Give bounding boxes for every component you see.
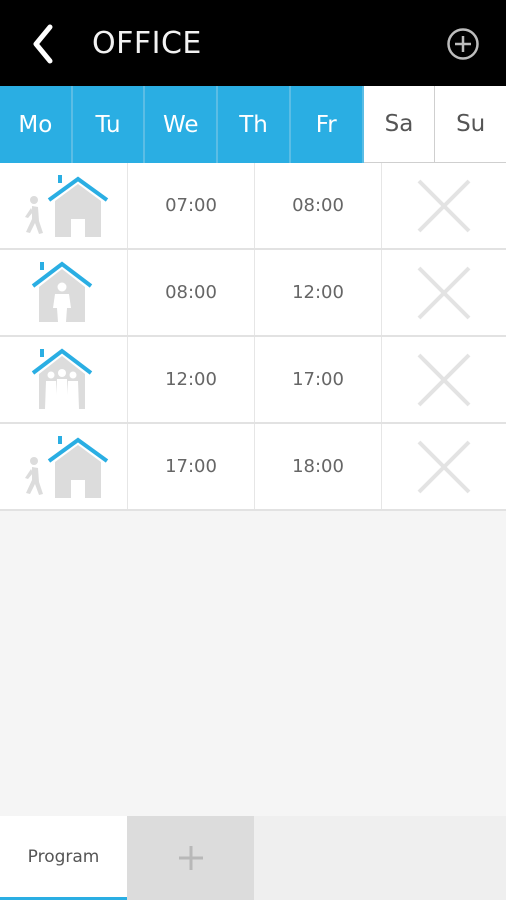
end-time[interactable]: 18:00 bbox=[255, 424, 382, 509]
close-icon bbox=[417, 179, 471, 232]
person-at-home-icon bbox=[31, 260, 92, 322]
mode-selector[interactable] bbox=[0, 163, 128, 248]
start-time[interactable]: 07:00 bbox=[128, 163, 255, 248]
delete-button[interactable] bbox=[382, 337, 506, 422]
end-time[interactable]: 17:00 bbox=[255, 337, 382, 422]
day-toggle-mo[interactable]: Mo bbox=[0, 86, 73, 163]
delete-button[interactable] bbox=[382, 250, 506, 335]
mode-selector[interactable] bbox=[0, 337, 128, 422]
weekday-selector: Mo Tu We Th Fr Sa Su bbox=[0, 86, 506, 163]
add-program-button[interactable] bbox=[446, 27, 480, 61]
program-row: 12:00 17:00 bbox=[0, 337, 506, 424]
close-icon bbox=[417, 440, 471, 493]
day-toggle-th[interactable]: Th bbox=[218, 86, 291, 163]
day-toggle-sa[interactable]: Sa bbox=[363, 86, 436, 163]
bottom-tab-bar: Program bbox=[0, 816, 506, 900]
program-list: 07:00 08:00 08:00 12:00 12:00 17:00 17:0… bbox=[0, 163, 506, 511]
day-toggle-fr[interactable]: Fr bbox=[290, 86, 364, 163]
end-time[interactable]: 08:00 bbox=[255, 163, 382, 248]
family-at-home-icon bbox=[31, 347, 92, 409]
tab-program[interactable]: Program bbox=[0, 816, 127, 900]
delete-button[interactable] bbox=[382, 424, 506, 509]
add-tab-button[interactable] bbox=[127, 816, 254, 900]
page-title: OFFICE bbox=[92, 26, 202, 61]
day-toggle-we[interactable]: We bbox=[145, 86, 219, 163]
back-button[interactable] bbox=[24, 22, 64, 66]
start-time[interactable]: 12:00 bbox=[128, 337, 255, 422]
delete-button[interactable] bbox=[382, 163, 506, 248]
close-icon bbox=[417, 353, 471, 406]
program-row: 17:00 18:00 bbox=[0, 424, 506, 511]
program-row: 07:00 08:00 bbox=[0, 163, 506, 250]
start-time[interactable]: 17:00 bbox=[128, 424, 255, 509]
end-time[interactable]: 12:00 bbox=[255, 250, 382, 335]
arriving-home-icon bbox=[24, 435, 108, 498]
mode-selector[interactable] bbox=[0, 424, 128, 509]
mode-selector[interactable] bbox=[0, 250, 128, 335]
start-time[interactable]: 08:00 bbox=[128, 250, 255, 335]
circle-plus-icon bbox=[447, 28, 479, 60]
arriving-home-icon bbox=[24, 174, 108, 237]
app-header: OFFICE bbox=[0, 0, 506, 86]
chevron-left-icon bbox=[33, 24, 53, 64]
day-toggle-su[interactable]: Su bbox=[435, 86, 506, 163]
plus-icon bbox=[178, 846, 203, 870]
program-row: 08:00 12:00 bbox=[0, 250, 506, 337]
close-icon bbox=[417, 266, 471, 319]
day-toggle-tu[interactable]: Tu bbox=[72, 86, 146, 163]
